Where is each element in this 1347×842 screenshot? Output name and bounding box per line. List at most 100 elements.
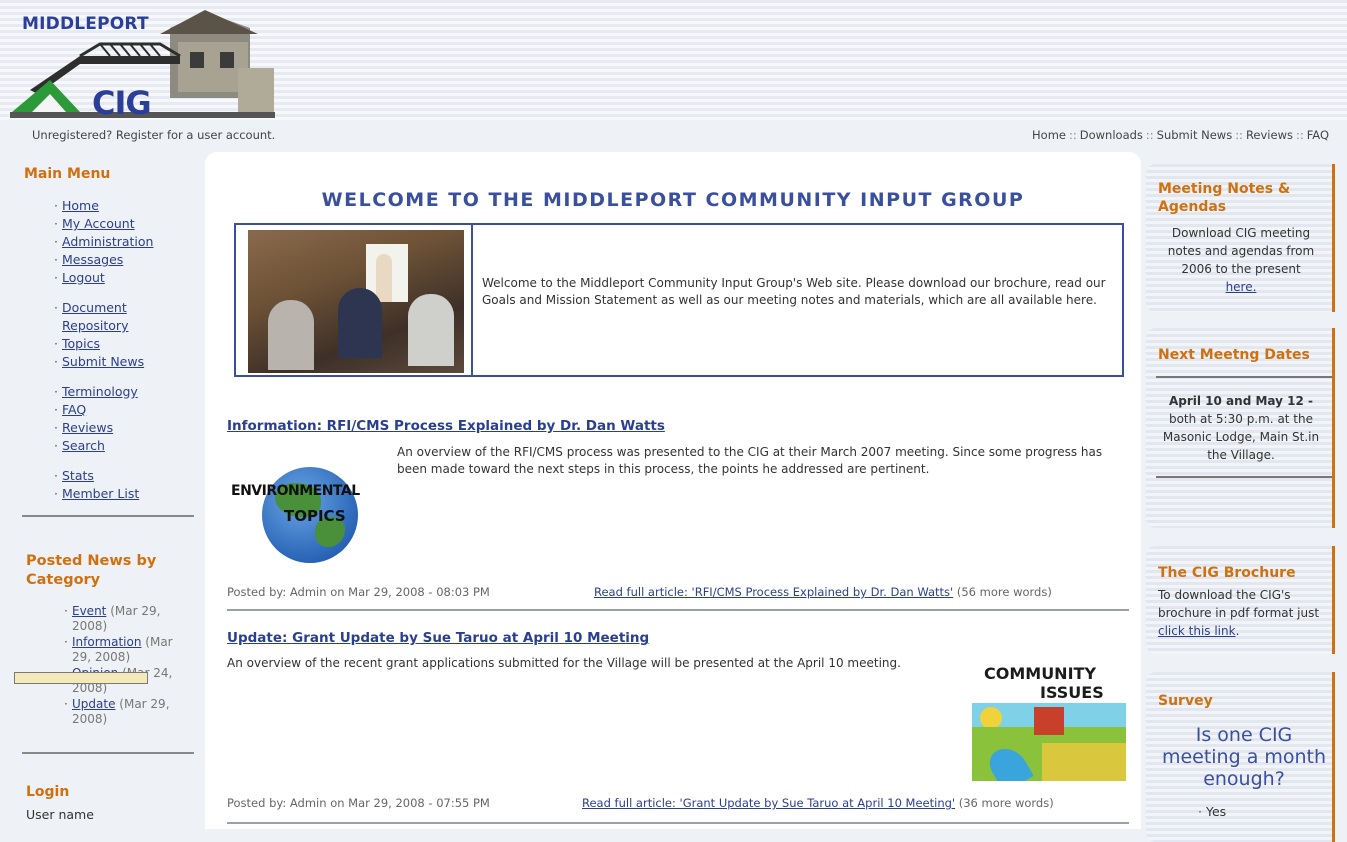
category-date: 2008) — [72, 712, 108, 726]
username-input[interactable] — [14, 672, 148, 684]
survey-block: Survey Is one CIG meeting a month enough… — [1146, 672, 1335, 842]
nav-separator: :: — [1295, 128, 1304, 142]
menu-item-member-list[interactable]: Member List — [54, 485, 202, 503]
left-sidebar: Main Menu Home My Account Administration… — [12, 152, 202, 829]
main-menu-title: Main Menu — [24, 166, 111, 182]
category-link-update[interactable]: Update — [72, 697, 115, 711]
block-rule — [1156, 476, 1332, 478]
menu-item-stats[interactable]: Stats — [54, 467, 202, 485]
topnav-downloads[interactable]: Downloads — [1080, 128, 1143, 142]
meeting-notes-text: Download CIG meeting notes and agendas f… — [1154, 224, 1328, 296]
menu-item-administration[interactable]: Administration — [54, 233, 202, 251]
block-rule — [1156, 376, 1332, 378]
menu-link-topics[interactable]: Topics — [62, 336, 100, 351]
main-menu-group-info: Terminology FAQ Reviews Search — [12, 383, 202, 455]
menu-item-terminology[interactable]: Terminology — [54, 383, 202, 401]
page-title: WELCOME TO THE MIDDLEPORT COMMUNITY INPU… — [321, 189, 1025, 211]
menu-link-terminology[interactable]: Terminology — [62, 384, 138, 399]
menu-item-submit-news[interactable]: Submit News — [54, 353, 202, 371]
menu-item-topics[interactable]: Topics — [54, 335, 202, 353]
posted-news-title: Posted News by Category — [26, 552, 156, 590]
logo-text-cig: CIG — [92, 84, 152, 122]
topnav-reviews[interactable]: Reviews — [1246, 128, 1293, 142]
topnav-faq[interactable]: FAQ — [1307, 128, 1329, 142]
survey-option[interactable]: · Yes — [1198, 804, 1226, 819]
image-caption: ENVIRONMENTAL — [231, 483, 360, 499]
menu-item-faq[interactable]: FAQ — [54, 401, 202, 419]
survey-option-yes[interactable]: Yes — [1206, 804, 1226, 819]
menu-item-messages[interactable]: Messages — [54, 251, 202, 269]
brochure-text: To download the CIG's brochure in pdf fo… — [1158, 586, 1328, 640]
bullet: · — [1198, 804, 1202, 819]
article-title-rfi-cms[interactable]: Information: RFI/CMS Process Explained b… — [227, 418, 665, 434]
meeting-notes-title-line2: Agendas — [1158, 199, 1227, 215]
article-read-more: Read full article: 'RFI/CMS Process Expl… — [594, 585, 1052, 599]
menu-item-my-account[interactable]: My Account — [54, 215, 202, 233]
menu-item-reviews[interactable]: Reviews — [54, 419, 202, 437]
register-prompt[interactable]: Unregistered? Register for a user accoun… — [32, 128, 275, 142]
menu-link-submit-news[interactable]: Submit News — [62, 354, 144, 369]
posted-news-title-line2: Category — [26, 572, 101, 588]
menu-link-document[interactable]: Document — [62, 300, 127, 315]
article-title-grant-update[interactable]: Update: Grant Update by Sue Taruo at Apr… — [227, 630, 649, 646]
article-body-grant-update: An overview of the recent grant applicat… — [227, 656, 901, 670]
meeting-photo — [248, 230, 464, 373]
brochure-title: The CIG Brochure — [1158, 565, 1296, 581]
menu-link-administration[interactable]: Administration — [62, 234, 153, 249]
menu-link-logout[interactable]: Logout — [62, 270, 105, 285]
menu-link-member-list[interactable]: Member List — [62, 486, 139, 501]
image-caption: ISSUES — [1040, 683, 1104, 702]
menu-link-home[interactable]: Home — [62, 198, 99, 213]
menu-link-search[interactable]: Search — [62, 438, 105, 453]
topnav-submit-news[interactable]: Submit News — [1157, 128, 1233, 142]
article-read-more: Read full article: 'Grant Update by Sue … — [582, 796, 1054, 810]
register-link[interactable]: Unregistered? Register for a user accoun… — [32, 128, 275, 142]
meeting-notes-block: Meeting Notes & Agendas Download CIG mee… — [1146, 164, 1335, 312]
article-body-rfi-cms: An overview of the RFI/CMS process was p… — [397, 445, 1103, 476]
login-title: Login — [26, 784, 70, 800]
community-issues-image: COMMUNITY ISSUES — [972, 663, 1126, 781]
topnav-home[interactable]: Home — [1032, 128, 1066, 142]
read-more-link-grant-update[interactable]: Read full article: 'Grant Update by Sue … — [582, 796, 955, 810]
menu-item-document-repository[interactable]: Document Repository — [54, 299, 202, 335]
category-item: Update (Mar 29, 2008) — [64, 697, 202, 727]
menu-item-home[interactable]: Home — [54, 197, 202, 215]
posted-news-title-line1: Posted News by — [26, 553, 157, 569]
brochure-end: . — [1235, 624, 1240, 638]
site-logo[interactable]: MIDDLEPORT CIG — [10, 8, 275, 122]
more-words-count: (36 more words) — [955, 796, 1054, 810]
cig-brochure-block: The CIG Brochure To download the CIG's b… — [1146, 546, 1335, 654]
article-divider — [227, 609, 1129, 611]
meeting-notes-link[interactable]: here. — [1226, 280, 1257, 294]
category-item: Information (Mar 29, 2008) — [64, 635, 202, 665]
category-item: Event (Mar 29,2008) — [64, 604, 202, 634]
top-nav: Home:: Downloads:: Submit News:: Reviews:: F… — [1032, 128, 1329, 142]
menu-link-stats[interactable]: Stats — [62, 468, 94, 483]
logo-text-middleport: MIDDLEPORT — [22, 14, 149, 34]
site-header: MIDDLEPORT CIG — [0, 0, 1347, 122]
menu-link-repository[interactable]: Repository — [62, 318, 128, 333]
survey-title: Survey — [1158, 693, 1213, 709]
category-link-event[interactable]: Event — [72, 604, 106, 618]
menu-item-search[interactable]: Search — [54, 437, 202, 455]
meeting-notes-title-line1: Meeting Notes & — [1158, 181, 1291, 197]
menu-link-my-account[interactable]: My Account — [62, 216, 135, 231]
news-category-list: Event (Mar 29,2008) Information (Mar29, … — [12, 604, 202, 727]
top-bar: Unregistered? Register for a user accoun… — [0, 122, 1347, 148]
article-posted-info: Posted by: Admin on Mar 29, 2008 - 07:55… — [227, 796, 490, 810]
next-meeting-text: April 10 and May 12 - both at 5:30 p.m. … — [1154, 392, 1328, 464]
read-more-link-rfi-cms[interactable]: Read full article: 'RFI/CMS Process Expl… — [594, 585, 953, 599]
menu-item-logout[interactable]: Logout — [54, 269, 202, 287]
menu-link-messages[interactable]: Messages — [62, 252, 123, 267]
next-meeting-details: both at 5:30 p.m. at the Masonic Lodge, … — [1162, 412, 1320, 462]
sidebar-divider — [22, 752, 194, 754]
menu-link-reviews[interactable]: Reviews — [62, 420, 113, 435]
brochure-link[interactable]: click this link — [1158, 624, 1236, 638]
article-divider — [227, 822, 1129, 824]
welcome-divider — [471, 225, 473, 375]
welcome-text: Welcome to the Middleport Community Inpu… — [482, 276, 1106, 307]
menu-link-faq[interactable]: FAQ — [62, 402, 86, 417]
category-date: 2008) — [72, 619, 108, 633]
article-posted-info: Posted by: Admin on Mar 29, 2008 - 08:03… — [227, 585, 490, 599]
category-link-information[interactable]: Information — [72, 635, 141, 649]
